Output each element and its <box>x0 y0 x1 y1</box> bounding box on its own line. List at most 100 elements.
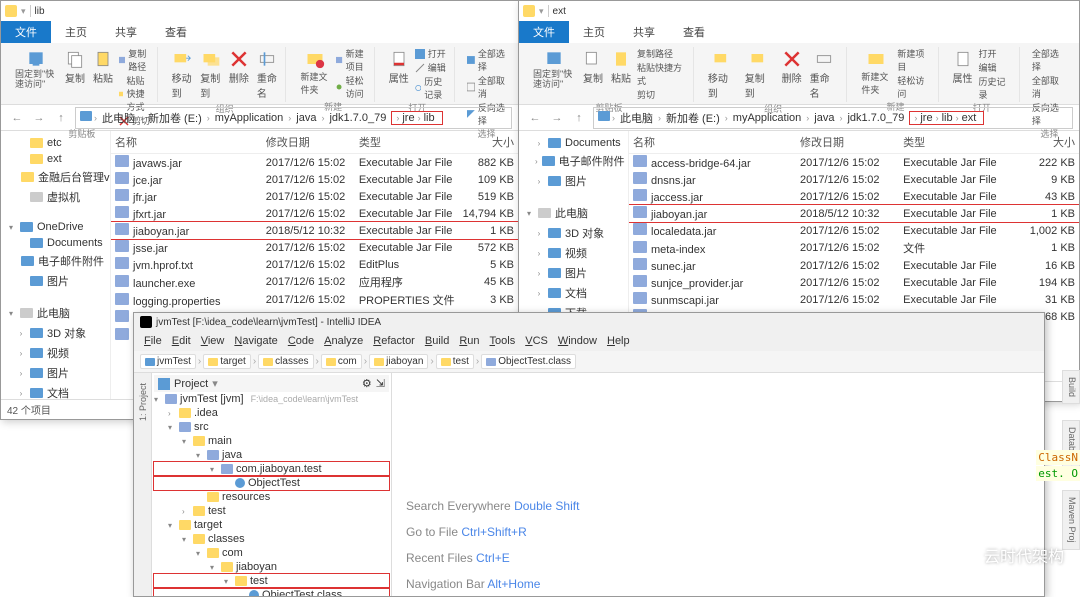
pin-button[interactable]: 固定到"快速访问" <box>531 47 577 101</box>
file-row[interactable]: launcher.exe2017/12/6 15:02应用程序45 KB <box>111 273 518 291</box>
history-button[interactable]: 历史记录 <box>979 75 1013 101</box>
file-row[interactable]: jvm.hprof.txt2017/12/6 15:02EditPlus5 KB <box>111 256 518 273</box>
tree-node[interactable]: ▾java <box>154 448 389 462</box>
ide-crumb-segment[interactable]: jiaboyan <box>369 354 428 369</box>
collapse-icon[interactable]: ⇲ <box>376 377 385 390</box>
breadcrumb-segment[interactable]: myApplication <box>212 112 286 124</box>
back-button[interactable]: ← <box>525 108 545 128</box>
breadcrumb-segment[interactable]: java <box>811 112 837 124</box>
gear-icon[interactable]: ⚙ <box>362 377 372 390</box>
menu-code[interactable]: Code <box>284 335 318 347</box>
tool-rail-left[interactable]: 1: Project <box>134 373 152 596</box>
paste-button[interactable]: 粘贴 <box>609 47 633 101</box>
edit-button[interactable]: 编辑 <box>415 61 448 74</box>
ide-crumb-segment[interactable]: com <box>321 354 362 369</box>
file-row[interactable]: jce.jar2017/12/6 15:02Executable Jar Fil… <box>111 171 518 188</box>
sidebar-item[interactable]: ›3D 对象 <box>523 223 624 243</box>
file-row[interactable]: dnsns.jar2017/12/6 15:02Executable Jar F… <box>629 171 1079 188</box>
sidebar-item[interactable]: ›3D 对象 <box>5 323 106 343</box>
tool-window-maven[interactable]: Maven Proj <box>1062 490 1080 550</box>
sidebar-item[interactable]: ›电子邮件附件 <box>523 151 624 171</box>
sidebar-item[interactable]: ›文档 <box>523 283 624 303</box>
tree-node[interactable]: ›test <box>154 504 389 518</box>
breadcrumb-segment[interactable]: lib <box>421 112 438 124</box>
tree-node[interactable]: ObjectTest.class <box>154 588 389 596</box>
tree-node[interactable]: ▾jiaboyan <box>154 560 389 574</box>
easy-access-button[interactable]: 轻松访问 <box>336 74 367 100</box>
copy-to-button[interactable]: 复制到 <box>198 47 223 102</box>
menu-help[interactable]: Help <box>603 335 634 347</box>
file-row[interactable]: javaws.jar2017/12/6 15:02Executable Jar … <box>111 154 518 171</box>
tree-node[interactable]: ▾com.jiaboyan.test <box>154 462 389 476</box>
ide-crumb-segment[interactable]: classes <box>258 354 313 369</box>
file-row[interactable]: meta-index2017/12/6 15:02文件1 KB <box>629 239 1079 257</box>
file-row[interactable]: jaccess.jar2017/12/6 15:02Executable Jar… <box>629 188 1079 205</box>
tree-node[interactable]: ›.idea <box>154 406 389 420</box>
navigation-sidebar[interactable]: etcext金融后台管理v1虚拟机▾OneDriveDocuments电子邮件附… <box>1 131 111 419</box>
sidebar-item[interactable]: etc <box>5 135 106 151</box>
file-list-header[interactable]: 名称 修改日期 类型 大小 <box>629 131 1079 154</box>
sidebar-item[interactable]: ▾OneDrive <box>5 219 106 235</box>
sidebar-item[interactable]: ›图片 <box>523 263 624 283</box>
tab-home[interactable]: 主页 <box>51 21 101 43</box>
sidebar-item[interactable]: ›视频 <box>5 343 106 363</box>
tree-node[interactable]: ▾classes <box>154 532 389 546</box>
breadcrumb-segment[interactable]: lib <box>939 112 956 124</box>
menu-analyze[interactable]: Analyze <box>320 335 367 347</box>
tab-home[interactable]: 主页 <box>569 21 619 43</box>
breadcrumb-segment[interactable]: java <box>293 112 319 124</box>
properties-button[interactable]: 属性 <box>387 47 411 101</box>
breadcrumb-segment[interactable]: 此电脑 <box>617 110 656 126</box>
file-row[interactable]: localedata.jar2017/12/6 15:02Executable … <box>629 222 1079 239</box>
copy-button[interactable]: 复制 <box>581 47 605 101</box>
ide-crumb-segment[interactable]: target <box>203 354 251 369</box>
open-button[interactable]: 打开 <box>979 47 1013 60</box>
tab-share[interactable]: 共享 <box>619 21 669 43</box>
tree-node[interactable]: resources <box>154 490 389 504</box>
new-item-button[interactable]: 新建项目 <box>897 47 931 73</box>
breadcrumb-segment[interactable]: jdk1.7.0_79 <box>326 112 389 124</box>
easy-access-button[interactable]: 轻松访问 <box>897 74 931 100</box>
up-button[interactable]: ↑ <box>569 108 589 128</box>
file-row[interactable]: logging.properties2017/12/6 15:02PROPERT… <box>111 291 518 309</box>
properties-button[interactable]: 属性 <box>951 47 975 101</box>
select-all-button[interactable]: 全部选择 <box>1032 47 1067 73</box>
breadcrumb-segment[interactable]: jre <box>399 112 417 124</box>
ide-crumb-segment[interactable]: ObjectTest.class <box>481 354 576 369</box>
sidebar-item[interactable]: ›Documents <box>523 135 624 151</box>
sidebar-item[interactable]: 虚拟机 <box>5 187 106 207</box>
cut-button[interactable]: 剪切 <box>637 88 687 101</box>
tab-view[interactable]: 查看 <box>669 21 719 43</box>
new-item-button[interactable]: 新建项目 <box>336 47 367 73</box>
sidebar-item[interactable]: 图片 <box>5 271 106 291</box>
menu-edit[interactable]: Edit <box>168 335 195 347</box>
paste-shortcut-button[interactable]: 粘贴快捷方式 <box>637 61 687 87</box>
breadcrumb-segment[interactable]: jdk1.7.0_79 <box>844 112 907 124</box>
breadcrumb-segment[interactable]: 新加卷 (E:) <box>663 110 723 126</box>
forward-button[interactable]: → <box>29 108 49 128</box>
menu-file[interactable]: File <box>140 335 166 347</box>
tree-node[interactable]: ObjectTest <box>154 476 389 490</box>
window-titlebar[interactable]: ▾ lib <box>1 1 518 21</box>
breadcrumb-segment[interactable]: 新加卷 (E:) <box>145 110 205 126</box>
select-all-button[interactable]: 全部选择 <box>467 47 506 73</box>
copy-path-button[interactable]: 复制路径 <box>637 47 687 60</box>
rename-button[interactable]: 重命名 <box>808 47 841 102</box>
breadcrumb-segment[interactable]: myApplication <box>730 112 804 124</box>
tree-node[interactable]: ▾jvmTest [jvm]F:\idea_code\learn\jvmTest <box>154 392 389 406</box>
menu-window[interactable]: Window <box>554 335 601 347</box>
copy-to-button[interactable]: 复制到 <box>743 47 776 102</box>
copy-path-button[interactable]: 复制路径 <box>119 47 151 73</box>
new-folder-button[interactable]: 新建文件夹 <box>298 47 332 100</box>
menu-tools[interactable]: Tools <box>486 335 520 347</box>
history-button[interactable]: 历史记录 <box>415 75 448 101</box>
sidebar-item[interactable]: ▾此电脑 <box>523 203 624 223</box>
select-none-button[interactable]: 全部取消 <box>1032 74 1067 100</box>
breadcrumb-segment[interactable]: 此电脑 <box>99 110 138 126</box>
ide-crumb-segment[interactable]: jvmTest <box>140 354 196 369</box>
sidebar-item[interactable]: ›视频 <box>523 243 624 263</box>
menu-view[interactable]: View <box>197 335 229 347</box>
menu-build[interactable]: Build <box>421 335 453 347</box>
tree-node[interactable]: ▾target <box>154 518 389 532</box>
sidebar-item[interactable]: 电子邮件附件 <box>5 251 106 271</box>
